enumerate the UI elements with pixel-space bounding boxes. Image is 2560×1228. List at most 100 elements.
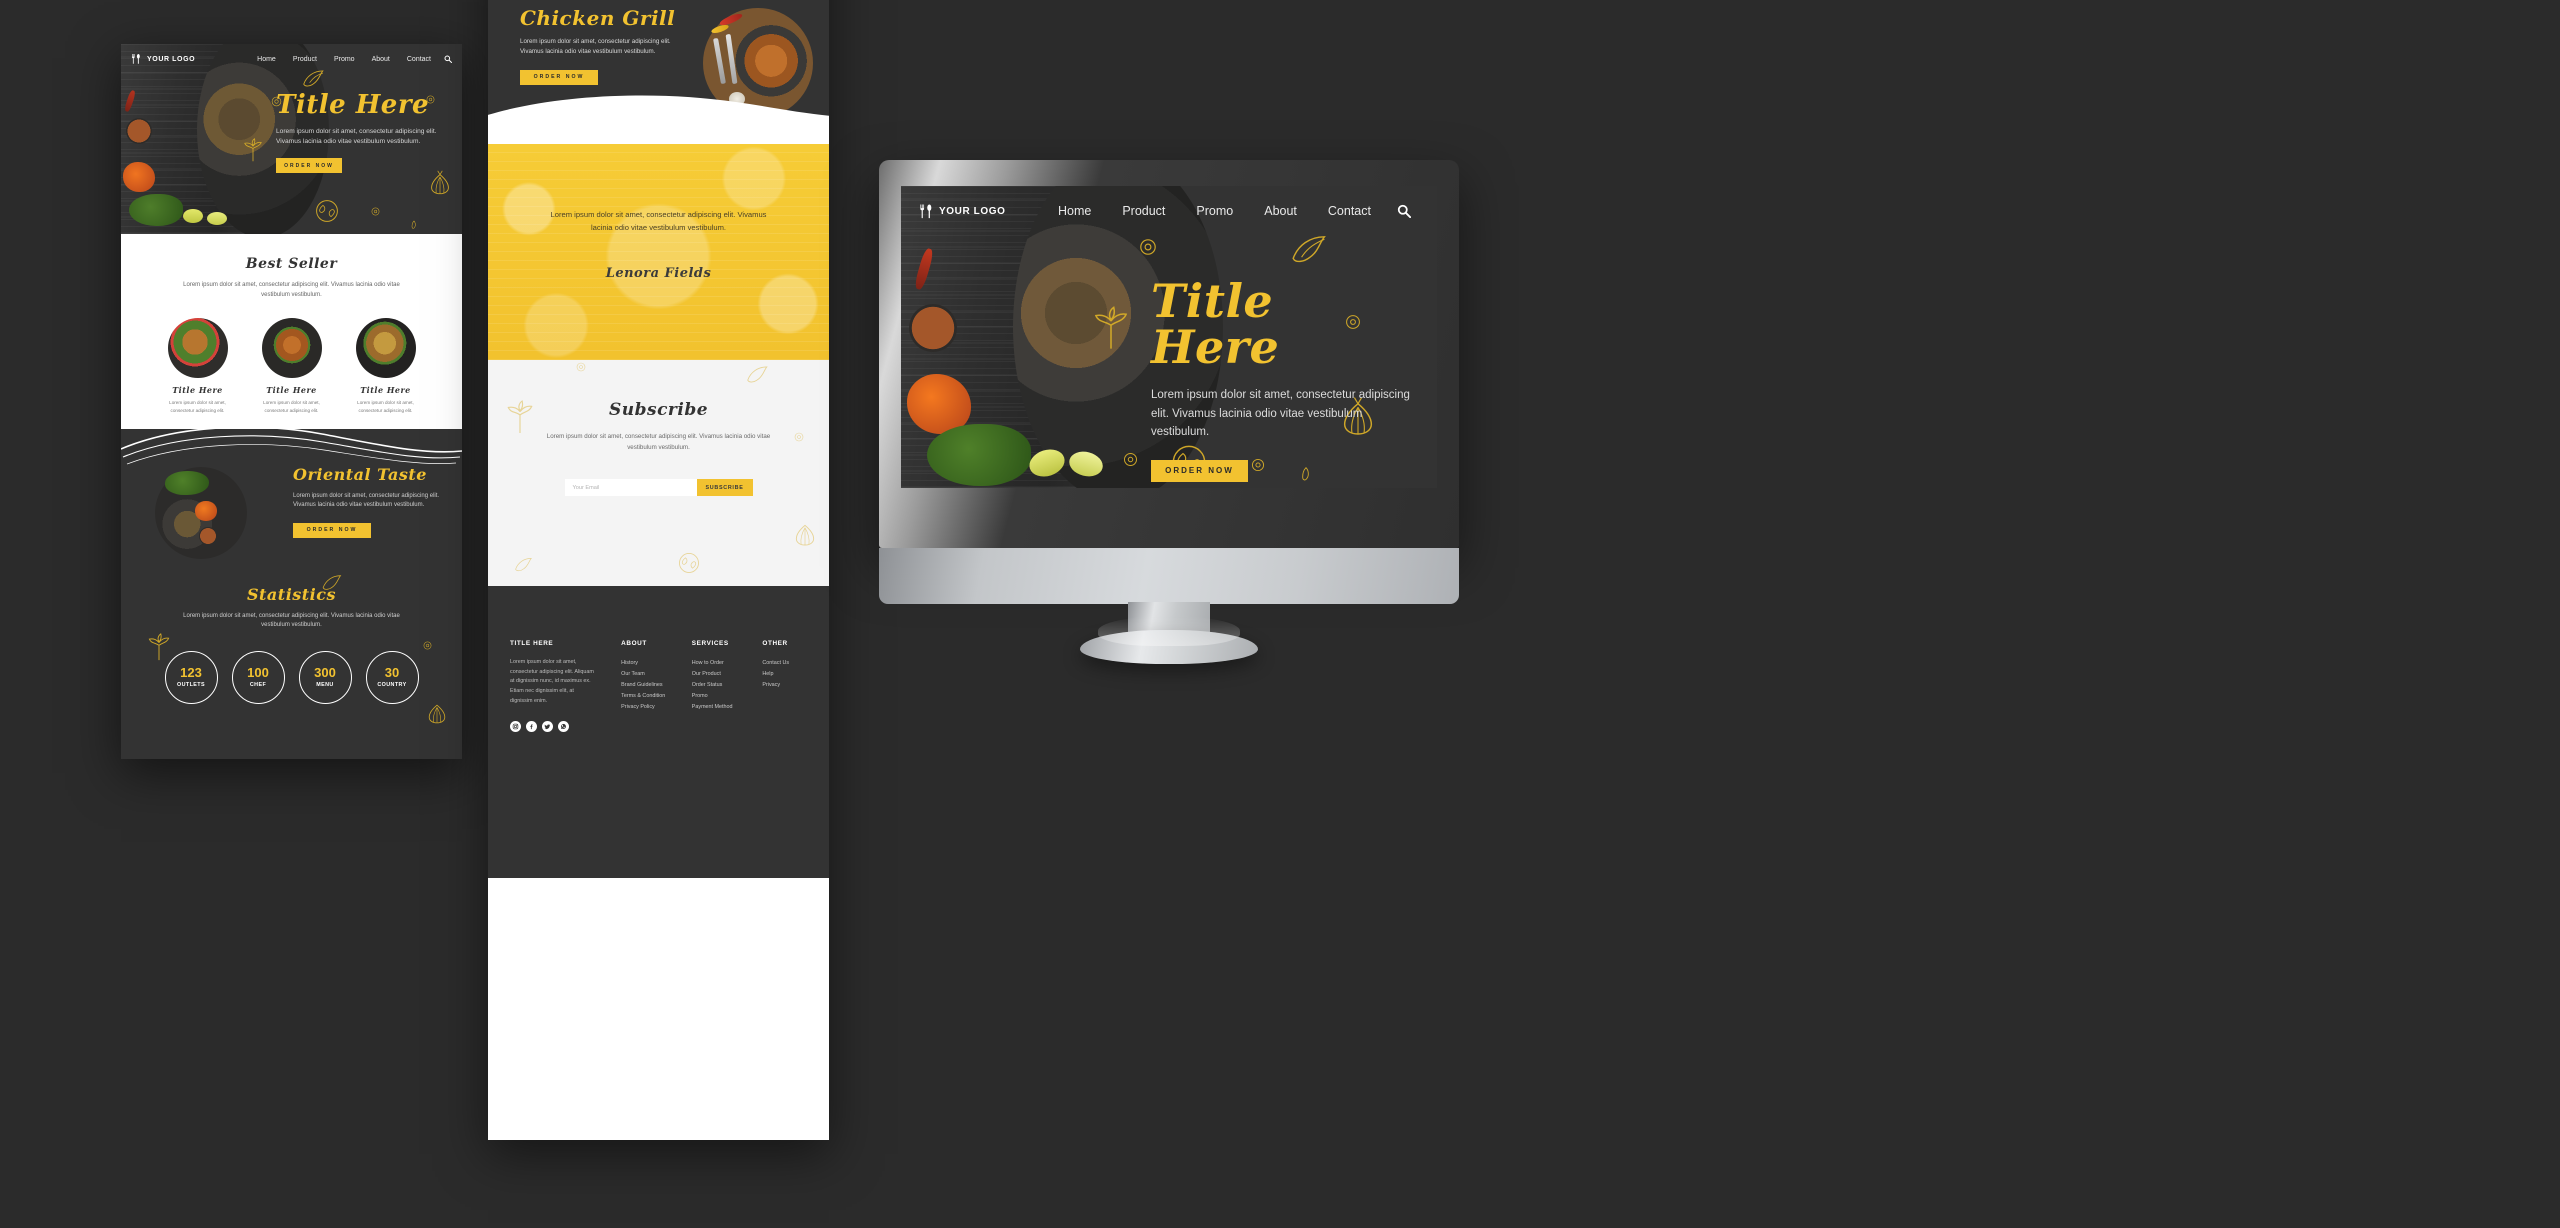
order-now-button[interactable]: ORDER NOW bbox=[1151, 459, 1248, 482]
onion-doodle-icon bbox=[431, 170, 449, 195]
order-now-button[interactable]: ORDER NOW bbox=[293, 522, 371, 538]
facebook-icon[interactable] bbox=[526, 720, 537, 732]
oriental-food-photo bbox=[155, 466, 247, 559]
garlic-doodle-icon bbox=[515, 558, 532, 572]
footer-column-heading: SERVICES bbox=[691, 640, 729, 647]
nav-item-contact[interactable]: Contact bbox=[1328, 204, 1371, 218]
email-field[interactable]: Your Email bbox=[564, 479, 697, 497]
hero-title: Title Here bbox=[1151, 274, 1280, 374]
stat-item: 30 COUNTRY bbox=[365, 650, 419, 704]
logo-desktop[interactable]: YOUR LOGO bbox=[919, 203, 1006, 220]
product-title: Title Here bbox=[360, 385, 411, 396]
hero-section-left: YOUR LOGO Home Product Promo About Conta… bbox=[121, 44, 462, 234]
footer-link[interactable]: Contact Us bbox=[762, 658, 807, 669]
stat-item: 300 MENU bbox=[298, 650, 352, 704]
onion-doodle-icon bbox=[795, 524, 815, 546]
spice-doodle-icon bbox=[423, 641, 432, 650]
statistics-body: Lorem ipsum dolor sit amet, consectetur … bbox=[183, 612, 400, 629]
footer-column-services: SERVICES How to Order Our Product Order … bbox=[692, 640, 737, 878]
best-seller-section: Best Seller Lorem ipsum dolor sit amet, … bbox=[121, 234, 462, 429]
statistics-section: Statistics Lorem ipsum dolor sit amet, c… bbox=[121, 572, 462, 733]
footer-link[interactable]: Privacy Policy bbox=[621, 702, 666, 713]
testimonial-section: Lorem ipsum dolor sit amet, consectetur … bbox=[488, 144, 829, 360]
footer-link[interactable]: Privacy bbox=[762, 680, 807, 691]
onion-doodle-icon bbox=[428, 704, 446, 724]
footer-column-heading: OTHER bbox=[762, 640, 788, 647]
product-thumbnail bbox=[355, 318, 416, 379]
product-body: Lorem ipsum dolor sit amet, consectetur … bbox=[169, 400, 226, 413]
monitor-screen: YOUR LOGO Home Product Promo About Conta… bbox=[901, 186, 1437, 488]
nav-links-desktop: Home Product Promo About Contact bbox=[1058, 204, 1371, 218]
twitter-icon[interactable] bbox=[542, 720, 553, 732]
oriental-content: Oriental Taste Lorem ipsum dolor sit ame… bbox=[293, 466, 441, 538]
footer-link[interactable]: Payment Method bbox=[692, 702, 737, 713]
hero-body: Lorem ipsum dolor sit amet, consectetur … bbox=[276, 128, 437, 146]
hero-title: Title Here bbox=[276, 90, 430, 120]
footer-link[interactable]: How to Order bbox=[692, 658, 737, 669]
product-card[interactable]: Title Here Lorem ipsum dolor sit amet, c… bbox=[261, 318, 322, 415]
secondary-page-mockup: Chicken Grill Lorem ipsum dolor sit amet… bbox=[488, 0, 829, 1140]
product-title: Title Here bbox=[266, 385, 317, 396]
footer-link[interactable]: Order Status bbox=[692, 680, 737, 691]
search-icon[interactable] bbox=[444, 55, 452, 63]
product-title: Title Here bbox=[172, 385, 223, 396]
stat-item: 100 CHEF bbox=[231, 650, 285, 704]
nav-item-product[interactable]: Product bbox=[1122, 204, 1165, 218]
nav-item-home[interactable]: Home bbox=[1058, 204, 1091, 218]
citrus-slice-doodle-icon bbox=[316, 200, 338, 222]
footer-link[interactable]: Our Product bbox=[692, 669, 737, 680]
footer-link[interactable]: Promo bbox=[692, 691, 737, 702]
logo-text: YOUR LOGO bbox=[939, 205, 1006, 217]
subscribe-form: Your Email SUBSCRIBE bbox=[488, 479, 829, 497]
hero-body: Lorem ipsum dolor sit amet, consectetur … bbox=[1151, 389, 1410, 439]
spice-doodle-icon bbox=[794, 432, 804, 442]
footer-link[interactable]: Help bbox=[762, 669, 807, 680]
statistics-counters: 123 OUTLETS 100 CHEF 300 MENU 30 COUNTRY bbox=[121, 650, 462, 704]
product-card[interactable]: Title Here Lorem ipsum dolor sit amet, c… bbox=[355, 318, 416, 415]
nav-item-about[interactable]: About bbox=[1264, 204, 1297, 218]
brush-wave-divider bbox=[488, 80, 829, 144]
nav-item-promo[interactable]: Promo bbox=[334, 56, 355, 63]
stat-label: COUNTRY bbox=[377, 682, 407, 689]
footer-link[interactable]: Brand Guidelines bbox=[621, 680, 666, 691]
mobile-page-mockup: YOUR LOGO Home Product Promo About Conta… bbox=[121, 44, 462, 759]
nav-item-promo[interactable]: Promo bbox=[1196, 204, 1233, 218]
monitor-chin bbox=[879, 548, 1459, 604]
logo-left[interactable]: YOUR LOGO bbox=[131, 53, 195, 65]
testimonial-quote: Lorem ipsum dolor sit amet, consectetur … bbox=[550, 210, 767, 233]
spice-doodle-icon bbox=[371, 207, 380, 216]
stat-number: 123 bbox=[180, 665, 202, 681]
nav-item-about[interactable]: About bbox=[372, 56, 390, 63]
footer-link[interactable]: History bbox=[621, 658, 666, 669]
subscribe-title: Subscribe bbox=[608, 400, 709, 420]
subscribe-body: Lorem ipsum dolor sit amet, consectetur … bbox=[546, 433, 771, 451]
stat-number: 100 bbox=[247, 665, 269, 681]
best-seller-body: Lorem ipsum dolor sit amet, consectetur … bbox=[183, 282, 400, 298]
instagram-icon[interactable] bbox=[510, 720, 521, 732]
fork-spoon-icon bbox=[920, 204, 932, 218]
monitor-base bbox=[1080, 616, 1258, 664]
search-icon[interactable] bbox=[1397, 204, 1411, 218]
nav-item-contact[interactable]: Contact bbox=[407, 56, 431, 63]
subscribe-section: Subscribe Lorem ipsum dolor sit amet, co… bbox=[488, 360, 829, 586]
stat-label: MENU bbox=[316, 682, 334, 689]
nav-links-left: Home Product Promo About Contact bbox=[257, 56, 431, 63]
footer-link[interactable]: Our Team bbox=[621, 669, 666, 680]
oriental-body: Lorem ipsum dolor sit amet, consectetur … bbox=[293, 492, 440, 509]
best-seller-title: Best Seller bbox=[245, 256, 338, 272]
chicken-grill-content: Chicken Grill Lorem ipsum dolor sit amet… bbox=[520, 8, 685, 85]
footer-link[interactable]: Terms & Condition bbox=[621, 691, 666, 702]
footer-column-other: OTHER Contact Us Help Privacy bbox=[762, 640, 807, 878]
citrus-slice-doodle-icon bbox=[679, 553, 699, 573]
order-now-button[interactable]: ORDER NOW bbox=[276, 158, 342, 174]
best-seller-cards: Title Here Lorem ipsum dolor sit amet, c… bbox=[121, 318, 462, 415]
subscribe-button[interactable]: SUBSCRIBE bbox=[696, 479, 753, 497]
stat-number: 30 bbox=[384, 665, 400, 681]
site-footer: TITLE HERE Lorem ipsum dolor sit amet, c… bbox=[488, 586, 829, 878]
statistics-title: Statistics bbox=[246, 584, 336, 604]
nav-item-product[interactable]: Product bbox=[293, 56, 317, 63]
product-thumbnail bbox=[261, 318, 322, 379]
product-card[interactable]: Title Here Lorem ipsum dolor sit amet, c… bbox=[167, 318, 228, 415]
nav-item-home[interactable]: Home bbox=[257, 56, 276, 63]
whatsapp-icon[interactable] bbox=[558, 720, 569, 732]
